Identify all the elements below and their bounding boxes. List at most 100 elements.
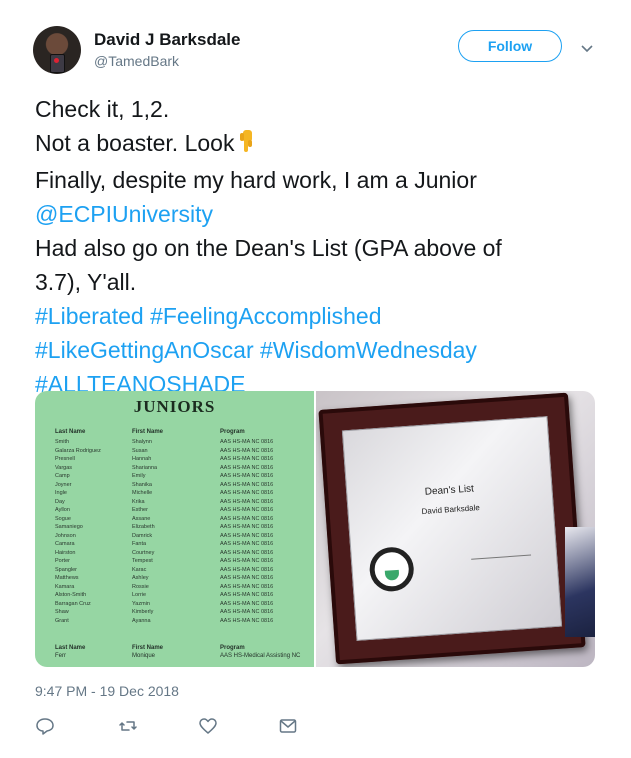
roster-cell: Lorrie	[132, 592, 147, 598]
roster-cell: AAS HS-MA NC 0816	[220, 609, 274, 615]
tweet-line: Not a boaster. Look	[35, 126, 605, 163]
roster-cell: Courtney	[132, 549, 155, 556]
roster-cell: Assane	[132, 515, 151, 522]
col-header-last: Last Name	[55, 429, 86, 435]
roster-cell: AAS HS-MA NC 0816	[220, 507, 274, 513]
juniors-list-photo[interactable]: JUNIORS Last Name First Name Program Smi…	[35, 391, 314, 667]
roster-cell: Samaniego	[55, 524, 83, 530]
roster-cell: AAS HS-MA NC 0816	[220, 481, 274, 488]
roster-cell: AAS HS-MA NC 0816	[220, 447, 274, 454]
roster-cell: Ashley	[132, 575, 149, 581]
roster-cell: Joyner	[55, 481, 72, 488]
roster-cell: Krika	[132, 498, 145, 505]
tweet-line: Check it, 1,2.	[35, 96, 170, 122]
roster-cell: Galarza Rodriguez	[55, 447, 101, 454]
roster-cell: AAS HS-MA NC 0816	[220, 600, 274, 607]
roster-cell: Emily	[132, 473, 146, 479]
ecpi-seal-icon	[368, 545, 416, 593]
roster-cell: AAS HS-MA NC 0816	[220, 549, 274, 556]
follow-button[interactable]: Follow	[458, 30, 562, 62]
roster-cell: Shanika	[132, 481, 152, 488]
roster-cell: Spangler	[55, 566, 78, 573]
footer-first: First Name Monique	[132, 644, 163, 660]
tweet-actions	[35, 716, 335, 736]
roster-cell: Camara	[55, 541, 75, 547]
roster-cell: AAS HS-MA NC 0816	[220, 498, 274, 505]
roster-cell: Susan	[132, 447, 148, 454]
roster-cell: AAS HS-MA NC 0816	[220, 490, 274, 496]
chevron-down-icon[interactable]	[580, 42, 594, 56]
footer-last: Last Name Ferr	[55, 644, 85, 660]
tweet-line-text: Not a boaster. Look	[35, 130, 235, 156]
tweet-timestamp[interactable]: 9:47 PM - 19 Dec 2018	[35, 683, 179, 699]
roster-cell: Presnell	[55, 456, 75, 462]
tweet-header: David J Barksdale @TamedBark Follow	[33, 26, 603, 78]
roster-cell: Rossie	[132, 583, 149, 590]
roster-cell: Hannah	[132, 456, 152, 462]
roster-cell: Karac	[132, 566, 147, 573]
roster-cell: AAS HS-MA NC 0816	[220, 439, 274, 445]
roster-cell: AAS HS-MA NC 0816	[220, 515, 274, 522]
roster-cell: AAS HS-MA NC 0816	[220, 473, 274, 479]
footer-program-value: AAS HS-Medical Assisting NC	[220, 653, 301, 659]
roster-cell: Matthews	[55, 575, 79, 581]
roster-cell: AAS HS-MA NC 0816	[220, 583, 274, 590]
roster-cell: Fanta	[132, 541, 147, 547]
direct-message-icon[interactable]	[278, 716, 298, 736]
roster-cell: Shalynn	[132, 439, 152, 445]
media-grid: JUNIORS Last Name First Name Program Smi…	[35, 391, 595, 667]
mention-link[interactable]: @ECPIUniversity	[35, 197, 605, 231]
deans-list-certificate-photo[interactable]: Dean's List David Barksdale	[316, 391, 595, 667]
footer-program: Program AAS HS-Medical Assisting NC	[220, 644, 300, 660]
retweet-icon[interactable]	[118, 716, 138, 736]
author-name[interactable]: David J Barksdale	[94, 30, 240, 50]
footer-last-header: Last Name	[55, 645, 86, 651]
roster-cell: Sogue	[55, 515, 71, 522]
roster-cell: AAS HS-MA NC 0816	[220, 617, 274, 624]
roster-cell: Michelle	[132, 490, 153, 496]
roster-cell: AAS HS-MA NC 0816	[220, 464, 274, 471]
col-header-first: First Name	[132, 429, 164, 435]
hashtag-link[interactable]: #LikeGettingAnOscar #WisdomWednesday	[35, 333, 605, 367]
roster-cell: Day	[55, 498, 65, 505]
like-heart-icon[interactable]	[198, 716, 218, 736]
tweet-line: Finally, despite my hard work, I am a Ju…	[35, 167, 477, 193]
reply-icon[interactable]	[35, 716, 55, 736]
roster-cell: Grant	[55, 617, 69, 624]
roster-cell: Ayanna	[132, 617, 151, 624]
certificate-name: David Barksdale	[421, 503, 481, 517]
footer-program-header: Program	[220, 645, 245, 651]
pointing-down-emoji-icon	[234, 128, 260, 163]
footer-last-value: Ferr	[55, 653, 66, 659]
roster-cell: AAS HS-MA NC 0816	[220, 575, 274, 581]
hashtag-link[interactable]: #Liberated #FeelingAccomplished	[35, 299, 605, 333]
footer-first-value: Monique	[132, 653, 156, 659]
col-header-program: Program	[220, 429, 245, 435]
roster-cell: Barragan Cruz	[55, 600, 91, 607]
fabric-decoration	[565, 527, 595, 637]
roster-cell: Damrick	[132, 532, 153, 539]
phone-icon	[50, 54, 65, 73]
first-name-column: Shalynn Susan Hannah Sharianna Emily Shanika M…	[132, 438, 157, 625]
author-handle[interactable]: @TamedBark	[94, 53, 179, 69]
roster-cell: AAS HS-MA NC 0816	[220, 558, 274, 564]
roster-cell: Smith	[55, 439, 70, 445]
avatar[interactable]	[33, 26, 81, 74]
roster-cell: AAS HS-MA NC 0816	[220, 532, 274, 539]
program-column: AAS HS-MA NC 0816 AAS HS-MA NC 0816 AAS HS…	[220, 438, 273, 625]
roster-cell: AAS HS-MA NC 0816	[220, 524, 274, 530]
roster-cell: Yazmin	[132, 600, 150, 607]
footer-first-header: First Name	[132, 645, 164, 651]
roster-cell: Elizabeth	[132, 524, 155, 530]
certificate: Dean's List David Barksdale	[341, 416, 563, 641]
list-title: JUNIORS	[133, 397, 216, 416]
roster-cell: Kamara	[55, 583, 75, 590]
roster-cell: Johnson	[55, 532, 76, 539]
tweet-line: Had also go on the Dean's List (GPA abov…	[35, 235, 502, 261]
roster-cell: Alston-Smith	[55, 592, 87, 598]
roster-cell: AAS HS-MA NC 0816	[220, 541, 274, 547]
roster-cell: Porter	[55, 558, 70, 564]
roster-cell: Hairston	[55, 549, 76, 556]
roster-cell: AAS HS-MA NC 0816	[220, 592, 274, 598]
roster-cell: AAS HS-MA NC 0816	[220, 456, 274, 462]
